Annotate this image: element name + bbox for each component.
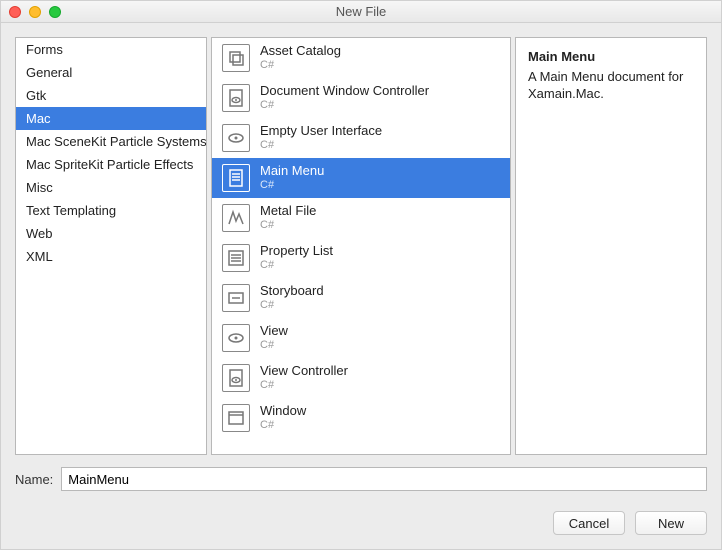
template-sublabel: C#	[260, 99, 429, 112]
template-label: View Controller	[260, 364, 348, 379]
template-item[interactable]: WindowC#	[212, 398, 510, 438]
button-row: Cancel New	[15, 503, 707, 535]
category-item[interactable]: Web	[16, 222, 206, 245]
template-sublabel: C#	[260, 379, 348, 392]
name-label: Name:	[15, 472, 53, 487]
stack-icon	[222, 44, 250, 72]
eye-icon	[222, 124, 250, 152]
titlebar: New File	[1, 1, 721, 23]
template-item[interactable]: Document Window ControllerC#	[212, 78, 510, 118]
description-pane: Main Menu A Main Menu document for Xamai…	[515, 37, 707, 455]
category-item[interactable]: Mac	[16, 107, 206, 130]
doc-eye-icon	[222, 84, 250, 112]
cancel-button[interactable]: Cancel	[553, 511, 625, 535]
template-label: Storyboard	[260, 284, 324, 299]
window-controls	[9, 6, 61, 18]
template-label: Document Window Controller	[260, 84, 429, 99]
new-button[interactable]: New	[635, 511, 707, 535]
template-label: Main Menu	[260, 164, 324, 179]
category-item[interactable]: Misc	[16, 176, 206, 199]
dialog-body: FormsGeneralGtkMacMac SceneKit Particle …	[1, 23, 721, 549]
metal-icon	[222, 204, 250, 232]
panes: FormsGeneralGtkMacMac SceneKit Particle …	[15, 37, 707, 455]
doc-eye-icon	[222, 364, 250, 392]
template-item[interactable]: View ControllerC#	[212, 358, 510, 398]
doc-lines-icon	[222, 164, 250, 192]
template-sublabel: C#	[260, 59, 341, 72]
description-body: A Main Menu document for Xamain.Mac.	[528, 68, 694, 103]
list-icon	[222, 244, 250, 272]
template-label: Metal File	[260, 204, 316, 219]
category-item[interactable]: General	[16, 61, 206, 84]
close-icon[interactable]	[9, 6, 21, 18]
template-item[interactable]: Empty User InterfaceC#	[212, 118, 510, 158]
template-label: Empty User Interface	[260, 124, 382, 139]
name-row: Name:	[15, 467, 707, 491]
template-item[interactable]: Property ListC#	[212, 238, 510, 278]
window-icon	[222, 404, 250, 432]
eye-icon	[222, 324, 250, 352]
template-sublabel: C#	[260, 259, 333, 272]
storyboard-icon	[222, 284, 250, 312]
template-item[interactable]: StoryboardC#	[212, 278, 510, 318]
template-item[interactable]: Metal FileC#	[212, 198, 510, 238]
template-sublabel: C#	[260, 179, 324, 192]
category-item[interactable]: Mac SpriteKit Particle Effects	[16, 153, 206, 176]
category-item[interactable]: Mac SceneKit Particle Systems	[16, 130, 206, 153]
category-list[interactable]: FormsGeneralGtkMacMac SceneKit Particle …	[15, 37, 207, 455]
template-sublabel: C#	[260, 299, 324, 312]
template-label: Window	[260, 404, 306, 419]
template-item[interactable]: ViewC#	[212, 318, 510, 358]
category-item[interactable]: Gtk	[16, 84, 206, 107]
template-sublabel: C#	[260, 339, 288, 352]
name-input[interactable]	[61, 467, 707, 491]
template-sublabel: C#	[260, 419, 306, 432]
window-title: New File	[336, 4, 387, 19]
template-label: View	[260, 324, 288, 339]
minimize-icon[interactable]	[29, 6, 41, 18]
description-title: Main Menu	[528, 48, 694, 66]
template-item[interactable]: Asset CatalogC#	[212, 38, 510, 78]
template-item[interactable]: Main MenuC#	[212, 158, 510, 198]
category-item[interactable]: Forms	[16, 38, 206, 61]
category-item[interactable]: Text Templating	[16, 199, 206, 222]
template-label: Asset Catalog	[260, 44, 341, 59]
template-sublabel: C#	[260, 219, 316, 232]
template-sublabel: C#	[260, 139, 382, 152]
zoom-icon[interactable]	[49, 6, 61, 18]
template-list[interactable]: Asset CatalogC#Document Window Controlle…	[211, 37, 511, 455]
category-item[interactable]: XML	[16, 245, 206, 268]
template-label: Property List	[260, 244, 333, 259]
